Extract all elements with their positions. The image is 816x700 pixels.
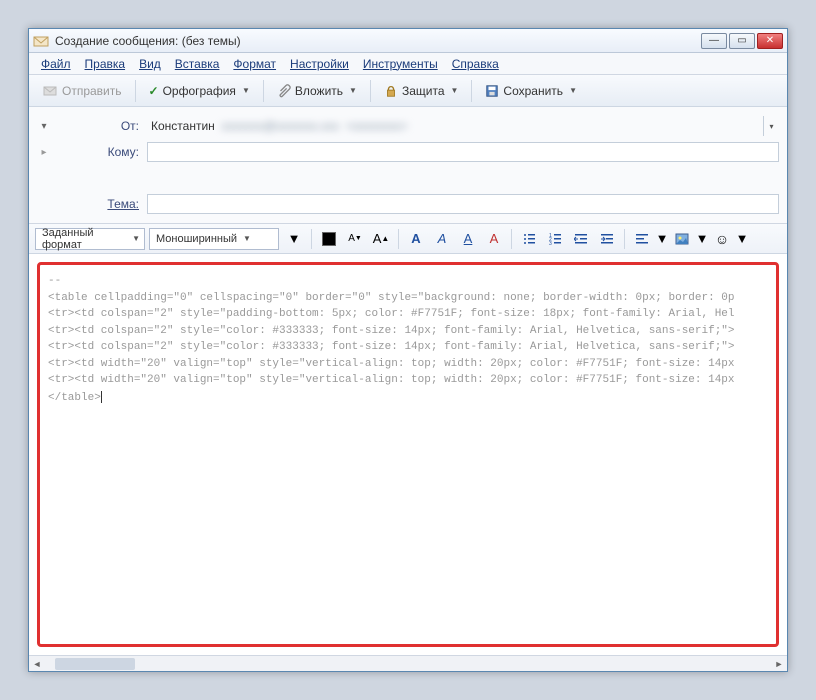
font-increase-button[interactable]: A▲	[370, 228, 392, 250]
font-family-select[interactable]: Моноширинный▼	[149, 228, 279, 250]
menu-tools[interactable]: Инструменты	[357, 55, 444, 73]
chevron-down-icon: ▼	[656, 231, 669, 246]
to-field[interactable]	[147, 142, 779, 162]
menu-insert[interactable]: Вставка	[169, 55, 226, 73]
chevron-down-icon[interactable]: ▼	[349, 86, 357, 95]
send-button[interactable]: Отправить	[35, 79, 129, 103]
maximize-button[interactable]: ▭	[729, 33, 755, 49]
menu-view[interactable]: Вид	[133, 55, 167, 73]
chevron-down-icon: ▼	[696, 231, 709, 246]
menu-settings[interactable]: Настройки	[284, 55, 355, 73]
minimize-button[interactable]: —	[701, 33, 727, 49]
from-field[interactable]: Константин xxxxxxx@xxxxxxx.xxx <xxxxxxxx…	[147, 116, 779, 136]
menubar: Файл Правка Вид Вставка Формат Настройки…	[29, 53, 787, 75]
scroll-left-arrow[interactable]: ◄	[29, 656, 45, 671]
separator	[263, 80, 264, 102]
outdent-button[interactable]	[570, 228, 592, 250]
close-button[interactable]: ✕	[757, 33, 783, 49]
emoji-button[interactable]: ☺	[711, 228, 733, 250]
main-toolbar: Отправить ✓ Орфография▼ Вложить▼ Защита▼…	[29, 75, 787, 107]
spell-button[interactable]: ✓ Орфография▼	[142, 80, 257, 102]
svg-text:3: 3	[549, 241, 552, 246]
compose-window: Создание сообщения: (без темы) — ▭ ✕ Фай…	[28, 28, 788, 672]
message-body-editor[interactable]: -- <table cellpadding="0" cellspacing="0…	[37, 262, 779, 647]
bullet-list-button[interactable]	[518, 228, 540, 250]
clear-format-button[interactable]: A	[483, 228, 505, 250]
lock-icon	[384, 84, 398, 98]
image-dropdown[interactable]: ▼	[697, 228, 707, 250]
attach-button[interactable]: Вложить▼	[270, 80, 364, 102]
color-swatch	[322, 232, 336, 246]
app-icon	[33, 33, 49, 49]
emoji-dropdown[interactable]: ▼	[737, 228, 747, 250]
font-decrease-button[interactable]: A▼	[344, 228, 366, 250]
underline-button[interactable]: A	[457, 228, 479, 250]
chevron-down-icon: ▼	[736, 231, 749, 246]
scroll-right-arrow[interactable]: ►	[771, 656, 787, 671]
send-icon	[42, 83, 58, 99]
menu-format[interactable]: Формат	[227, 55, 282, 73]
insert-image-button[interactable]	[671, 228, 693, 250]
separator	[370, 80, 371, 102]
bold-button[interactable]: A	[405, 228, 427, 250]
chevron-down-icon[interactable]: ▼	[242, 86, 250, 95]
collapse-toggle[interactable]: ▾	[37, 121, 51, 132]
menu-help[interactable]: Справка	[446, 55, 505, 73]
separator	[471, 80, 472, 102]
paperclip-icon	[277, 84, 291, 98]
horizontal-scrollbar[interactable]: ◄ ►	[29, 655, 787, 671]
chevron-down-icon: ▼	[132, 234, 140, 243]
separator	[135, 80, 136, 102]
chevron-down-icon[interactable]: ▼	[569, 86, 577, 95]
scroll-thumb[interactable]	[55, 658, 135, 670]
body-area: -- <table cellpadding="0" cellspacing="0…	[29, 254, 787, 671]
from-dropdown[interactable]: ▾	[763, 116, 779, 136]
save-icon	[485, 84, 499, 98]
subject-label: Тема:	[59, 197, 139, 211]
from-label: От:	[59, 119, 139, 133]
security-button[interactable]: Защита▼	[377, 80, 465, 102]
text-color-button[interactable]	[318, 228, 340, 250]
number-list-button[interactable]: 123	[544, 228, 566, 250]
menu-edit[interactable]: Правка	[79, 55, 132, 73]
chevron-down-icon: ▼	[288, 231, 301, 246]
check-icon: ✓	[149, 84, 159, 98]
align-dropdown[interactable]: ▼	[657, 228, 667, 250]
italic-button[interactable]: A	[431, 228, 453, 250]
indent-button[interactable]	[596, 228, 618, 250]
format-toolbar: Заданный формат▼ Моноширинный▼ ▼ A▼ A▲ A…	[29, 224, 787, 254]
smiley-icon: ☺	[715, 231, 729, 247]
to-label: Кому:	[59, 145, 139, 159]
message-headers: ▾ От: Константин xxxxxxx@xxxxxxx.xxx <xx…	[29, 107, 787, 224]
menu-file[interactable]: Файл	[35, 55, 77, 73]
from-email-blurred: xxxxxxx@xxxxxxx.xxx <xxxxxxxx>	[215, 119, 408, 133]
expand-toggle[interactable]: ▸	[37, 147, 51, 158]
chevron-down-icon[interactable]: ▼	[451, 86, 459, 95]
save-button[interactable]: Сохранить▼	[478, 80, 584, 102]
window-title: Создание сообщения: (без темы)	[55, 34, 241, 48]
titlebar[interactable]: Создание сообщения: (без темы) — ▭ ✕	[29, 29, 787, 53]
subject-field[interactable]	[147, 194, 779, 214]
chevron-down-icon: ▼	[243, 234, 251, 243]
align-button[interactable]	[631, 228, 653, 250]
paragraph-style-select[interactable]: Заданный формат▼	[35, 228, 145, 250]
font-smaller-button[interactable]: ▼	[283, 228, 305, 250]
